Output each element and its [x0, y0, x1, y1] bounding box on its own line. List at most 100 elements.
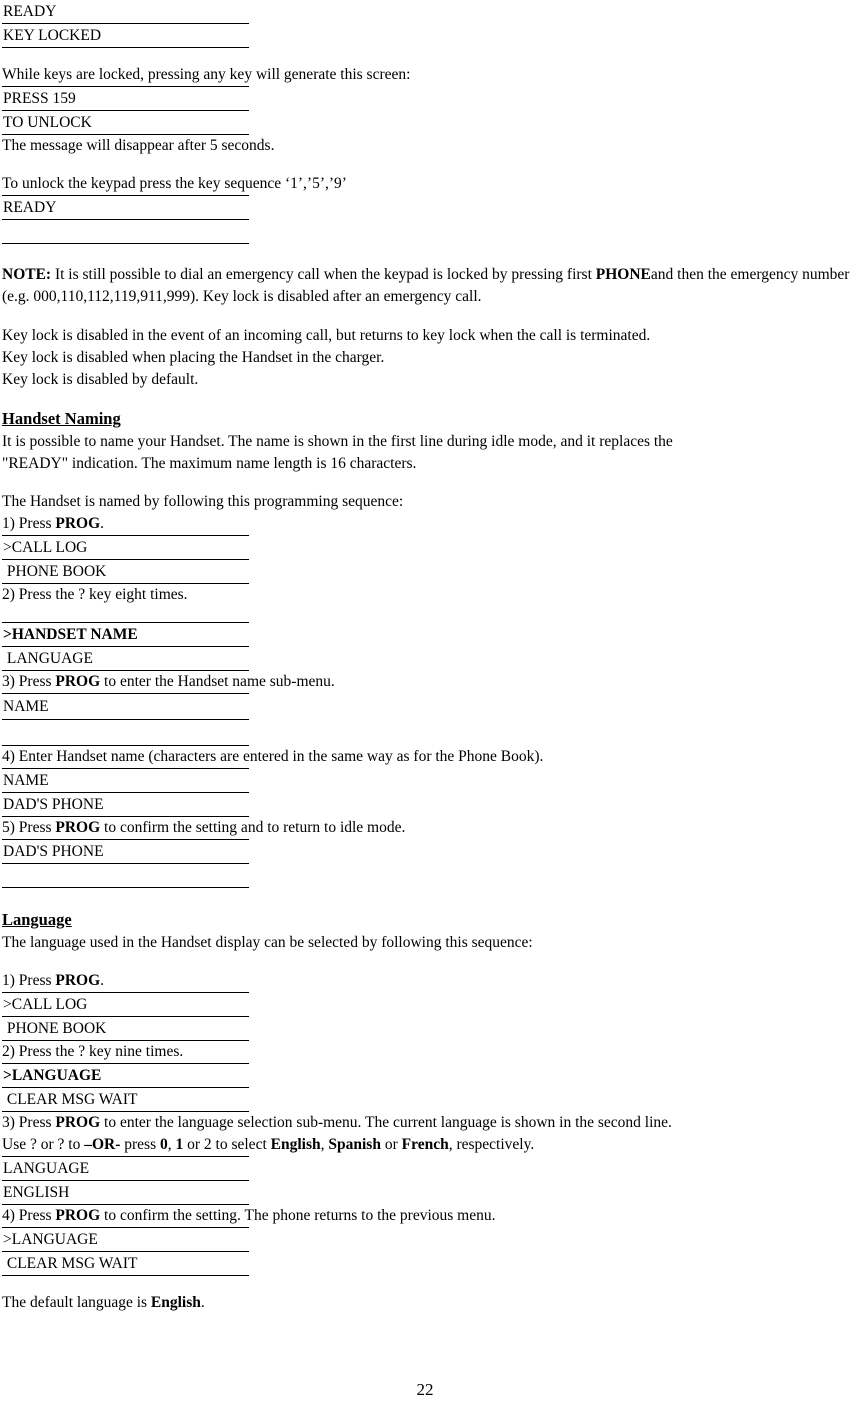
handset-naming-step-4: 4) Enter Handset name (characters are en…: [2, 747, 544, 765]
language-step-3-line-2: Use ? or ? to –OR- press 0, 1 or 2 to se…: [2, 1134, 850, 1156]
step-3-line2-end: , respectively.: [448, 1135, 535, 1153]
language-step-2: 2) Press the ? key nine times.: [2, 1041, 249, 1064]
step-3-line2-prefix: Use ? or ? to: [2, 1135, 85, 1153]
step-1-suffix: .: [100, 971, 105, 989]
lcd-line-1: >LANGUAGE: [2, 1228, 249, 1252]
lcd-line-2: DAD'S PHONE: [3, 795, 104, 813]
key-0-label: 0: [160, 1135, 168, 1153]
prog-key-label: PROG: [55, 1206, 101, 1224]
lcd-display-ready: READY: [2, 195, 249, 244]
document-page: READY KEY LOCKED While keys are locked, …: [0, 0, 850, 1419]
or-key-label: –OR-: [84, 1135, 121, 1153]
lcd-line-2: TO UNLOCK: [3, 114, 92, 131]
lcd-display-language-english: LANGUAGE ENGLISH: [2, 1155, 249, 1205]
language-step-1: 1) Press PROG.: [2, 970, 850, 992]
prog-key-label: PROG: [55, 514, 101, 532]
lcd-line-1: READY: [2, 196, 249, 220]
step-3-prefix: 3) Press: [2, 1113, 56, 1131]
language-step-3-line-1: 3) Press PROG to enter the language sele…: [2, 1112, 850, 1134]
step-3-prefix: 3) Press: [2, 672, 56, 690]
step-1-prefix: 1) Press: [2, 514, 56, 532]
lcd-line-1: LANGUAGE: [2, 1157, 249, 1181]
lcd-display-press-unlock: PRESS 159 TO UNLOCK: [2, 86, 249, 135]
language-option-spanish: Spanish: [328, 1135, 381, 1153]
lcd-line-2: KEY LOCKED: [3, 27, 102, 44]
keylock-para-1: Key lock is disabled in the event of an …: [2, 326, 651, 344]
default-language-label: English: [150, 1293, 201, 1311]
lcd-display-ready-keylocked: READY KEY LOCKED: [2, 0, 249, 48]
lcd-line-2: ENGLISH: [3, 1183, 70, 1201]
lcd-display-call-log-phonebook-2: >CALL LOG PHONE BOOK: [2, 991, 249, 1041]
step-3-line2-mid3: or 2 to select: [183, 1135, 271, 1153]
lcd-line-2: [2, 220, 249, 243]
lcd-line-1: >CALL LOG: [2, 536, 249, 560]
lcd-line-2: CLEAR MSG WAIT: [3, 1090, 138, 1108]
keylock-para-3: Key lock is disabled by default.: [2, 370, 199, 388]
lcd-line-2: [2, 720, 249, 745]
lcd-display-dads-phone-idle: DAD'S PHONE: [2, 838, 249, 888]
keylock-intro-text: While keys are locked, pressing any key …: [2, 66, 411, 83]
prog-key-label: PROG: [55, 971, 101, 989]
keylock-para-2: Key lock is disabled when placing the Ha…: [2, 348, 385, 366]
lcd-line-2: [2, 864, 249, 887]
lcd-line-1: NAME: [2, 769, 249, 793]
keylock-note: NOTE: It is still possible to dial an em…: [2, 264, 850, 309]
prog-key-label: PROG: [55, 672, 101, 690]
page-number: 22: [416, 1380, 434, 1399]
default-suffix: .: [200, 1293, 205, 1311]
step-3-line2-mid2: ,: [167, 1135, 176, 1153]
lcd-line-1: >LANGUAGE: [2, 1064, 249, 1088]
step-3-line2-mid1: press: [120, 1135, 160, 1153]
step-3-line2-mid5: or: [380, 1135, 402, 1153]
prog-key-label: PROG: [55, 1113, 101, 1131]
lcd-line-1: PRESS 159: [2, 87, 249, 111]
note-label: NOTE:: [2, 266, 52, 283]
lcd-line-1: DAD'S PHONE: [2, 840, 249, 864]
lcd-line-1: NAME: [2, 694, 249, 720]
default-prefix: The default language is: [2, 1293, 151, 1311]
lcd-line-2: PHONE BOOK: [3, 1019, 107, 1037]
step-4-prefix: 4) Press: [2, 1206, 56, 1224]
step-1-suffix: .: [100, 514, 105, 532]
handset-naming-intro-1: It is possible to name your Handset. The…: [2, 432, 673, 450]
step-1-prefix: 1) Press: [2, 971, 56, 989]
lcd-display-language-clearmsg-2: >LANGUAGE CLEAR MSG WAIT: [2, 1226, 249, 1276]
page-content: READY KEY LOCKED While keys are locked, …: [2, 0, 850, 1314]
lcd-display-name-empty: NAME: [2, 692, 249, 746]
handset-naming-step-1: 1) Press PROG.: [2, 513, 850, 535]
lcd-line-1: >CALL LOG: [2, 993, 249, 1017]
note-part1: It is still possible to dial an emergenc…: [51, 266, 596, 283]
step-3-middle: to enter the language selection sub-menu…: [100, 1113, 672, 1131]
lcd-line-1: >HANDSET NAME: [2, 623, 249, 647]
language-option-english: English: [270, 1135, 321, 1153]
handset-naming-heading: Handset Naming: [2, 408, 121, 428]
step-5-prefix: 5) Press: [2, 818, 56, 836]
note-bold-phone: PHONE: [595, 266, 651, 283]
lcd-display-handset-name-language: >HANDSET NAME LANGUAGE: [2, 621, 249, 671]
keylock-unlock-instruction: To unlock the keypad press the key seque…: [2, 175, 347, 192]
lcd-display-language-clearmsg: >LANGUAGE CLEAR MSG WAIT: [2, 1064, 249, 1112]
language-heading: Language: [2, 909, 72, 929]
handset-naming-step-2: 2) Press the ? key eight times.: [2, 585, 188, 603]
lcd-display-name-dads-phone: NAME DAD'S PHONE: [2, 767, 249, 817]
step-5-suffix: to confirm the setting and to return to …: [100, 818, 406, 836]
handset-naming-step-3: 3) Press PROG to enter the Handset name …: [2, 671, 850, 693]
lcd-line-1: READY: [2, 0, 249, 24]
language-step-4: 4) Press PROG to confirm the setting. Th…: [2, 1205, 850, 1227]
language-default-text: The default language is English.: [2, 1292, 850, 1314]
handset-naming-intro-2: "READY" indication. The maximum name len…: [2, 454, 417, 472]
prog-key-label: PROG: [55, 818, 101, 836]
lcd-line-2: LANGUAGE: [3, 649, 93, 667]
lcd-line-2: CLEAR MSG WAIT: [3, 1254, 138, 1272]
language-intro: The language used in the Handset display…: [2, 933, 533, 951]
step-4-suffix: to confirm the setting. The phone return…: [100, 1206, 496, 1224]
